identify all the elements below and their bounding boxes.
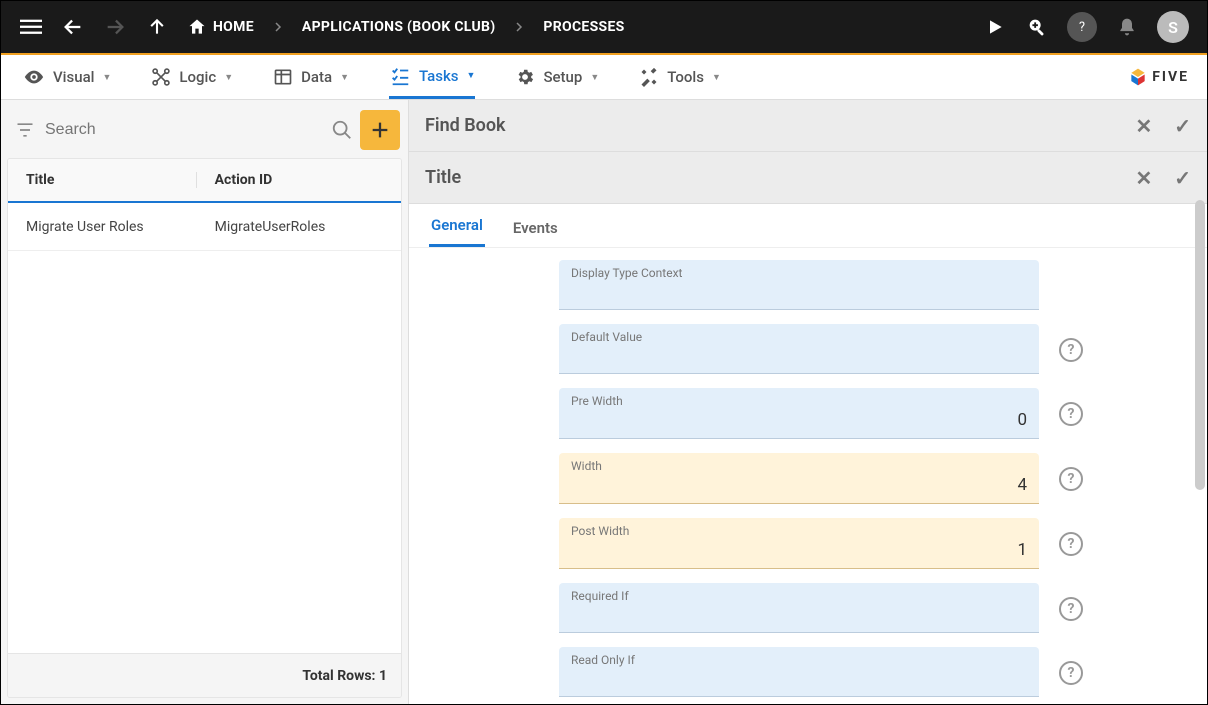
field-label: Required If	[571, 589, 1027, 603]
search-input[interactable]	[45, 121, 324, 139]
total-rows: Total Rows: 1	[302, 668, 387, 684]
scrollbar[interactable]	[1195, 200, 1205, 490]
nav-logic[interactable]: Logic▼	[151, 55, 233, 99]
menu-icon[interactable]	[19, 15, 43, 39]
tabs: General Events	[409, 204, 1207, 248]
field-value: 1	[571, 538, 1027, 560]
nav-visual[interactable]: Visual▼	[23, 55, 111, 99]
back-icon[interactable]	[61, 15, 85, 39]
search-icon[interactable]	[328, 119, 356, 141]
nav-label: Tools	[667, 68, 704, 86]
field-value	[571, 603, 1027, 623]
home-label: HOME	[213, 19, 254, 35]
field-value: 0	[571, 408, 1027, 430]
close-icon[interactable]: ✕	[1135, 166, 1152, 190]
help-icon[interactable]: ?	[1067, 12, 1097, 42]
cell-title: Migrate User Roles	[8, 219, 197, 235]
tab-general[interactable]: General	[429, 206, 485, 247]
table-row[interactable]: Migrate User Roles MigrateUserRoles	[8, 203, 401, 251]
breadcrumb-processes[interactable]: PROCESSES	[543, 19, 624, 35]
field-value	[571, 344, 1027, 364]
col-actionid[interactable]: Action ID	[197, 172, 401, 188]
chevron-right-icon	[513, 21, 525, 33]
nav-label: Setup	[543, 68, 582, 86]
nav-label: Logic	[179, 68, 216, 86]
table-header: Title Action ID	[8, 159, 401, 203]
help-icon[interactable]: ?	[1059, 661, 1083, 685]
close-icon[interactable]: ✕	[1135, 114, 1152, 138]
panel-header-2: Title ✕ ✓	[409, 152, 1207, 204]
nav-label: Visual	[53, 68, 94, 86]
field-width[interactable]: Width4?	[559, 453, 1039, 504]
forward-icon	[103, 15, 127, 39]
check-icon[interactable]: ✓	[1174, 166, 1191, 190]
help-icon[interactable]: ?	[1059, 338, 1083, 362]
field-value	[571, 667, 1027, 687]
panel-title-1: Find Book	[425, 115, 506, 136]
brand-text: FIVE	[1152, 69, 1189, 85]
search-row	[7, 106, 402, 158]
nav-tasks[interactable]: Tasks▼	[389, 55, 475, 99]
filter-icon[interactable]	[9, 120, 41, 140]
bell-icon[interactable]	[1115, 15, 1139, 39]
add-button[interactable]	[360, 110, 400, 150]
field-label: Pre Width	[571, 394, 1027, 408]
search-box	[45, 121, 324, 139]
field-label: Display Type Context	[571, 266, 1027, 280]
table-body: Migrate User Roles MigrateUserRoles	[8, 203, 401, 653]
field-pre-width[interactable]: Pre Width0?	[559, 388, 1039, 439]
topbar-left: HOME APPLICATIONS (BOOK CLUB) PROCESSES	[19, 15, 983, 39]
breadcrumb-applications[interactable]: APPLICATIONS (BOOK CLUB)	[302, 19, 496, 35]
up-icon[interactable]	[145, 15, 169, 39]
field-read-only-if[interactable]: Read Only If?	[559, 647, 1039, 697]
cell-actionid: MigrateUserRoles	[197, 219, 344, 235]
left-panel: Title Action ID Migrate User Roles Migra…	[1, 100, 409, 704]
field-label: Post Width	[571, 524, 1027, 538]
secondary-nav: Visual▼ Logic▼ Data▼ Tasks▼ Setup▼ Tools…	[1, 55, 1207, 100]
help-icon[interactable]: ?	[1059, 402, 1083, 426]
help-icon[interactable]: ?	[1059, 597, 1083, 621]
nav-setup[interactable]: Setup▼	[515, 55, 599, 99]
field-display-type-context[interactable]: Display Type Context	[559, 260, 1039, 310]
tab-events[interactable]: Events	[511, 209, 560, 247]
field-default-value[interactable]: Default Value?	[559, 324, 1039, 374]
field-label: Width	[571, 459, 1027, 473]
list-box: Title Action ID Migrate User Roles Migra…	[7, 158, 402, 698]
brand-logo: FIVE	[1128, 67, 1189, 87]
right-panel: Find Book ✕ ✓ Title ✕ ✓ General Events D…	[409, 100, 1207, 704]
form-area[interactable]: Display Type Context Default Value? Pre Wi…	[409, 248, 1207, 704]
panel-header-1: Find Book ✕ ✓	[409, 100, 1207, 152]
main: Title Action ID Migrate User Roles Migra…	[1, 100, 1207, 704]
topbar-right: ? S	[983, 11, 1189, 43]
field-label: Read Only If	[571, 653, 1027, 667]
field-label: Default Value	[571, 330, 1027, 344]
chevron-right-icon	[272, 21, 284, 33]
nav-tools[interactable]: Tools▼	[639, 55, 721, 99]
breadcrumb-home[interactable]: HOME	[187, 17, 254, 37]
topbar: HOME APPLICATIONS (BOOK CLUB) PROCESSES …	[1, 1, 1207, 55]
help-icon[interactable]: ?	[1059, 532, 1083, 556]
avatar[interactable]: S	[1157, 11, 1189, 43]
inspect-icon[interactable]	[1025, 15, 1049, 39]
table-footer: Total Rows: 1	[8, 653, 401, 697]
field-value	[571, 280, 1027, 300]
field-required-if[interactable]: Required If?	[559, 583, 1039, 633]
field-value: 4	[571, 473, 1027, 495]
field-post-width[interactable]: Post Width1?	[559, 518, 1039, 569]
nav-label: Tasks	[419, 67, 459, 85]
help-icon[interactable]: ?	[1059, 467, 1083, 491]
play-icon[interactable]	[983, 15, 1007, 39]
panel-title-2: Title	[425, 167, 461, 188]
check-icon[interactable]: ✓	[1174, 114, 1191, 138]
col-title[interactable]: Title	[8, 172, 197, 188]
nav-label: Data	[301, 68, 332, 86]
nav-data[interactable]: Data▼	[273, 55, 349, 99]
